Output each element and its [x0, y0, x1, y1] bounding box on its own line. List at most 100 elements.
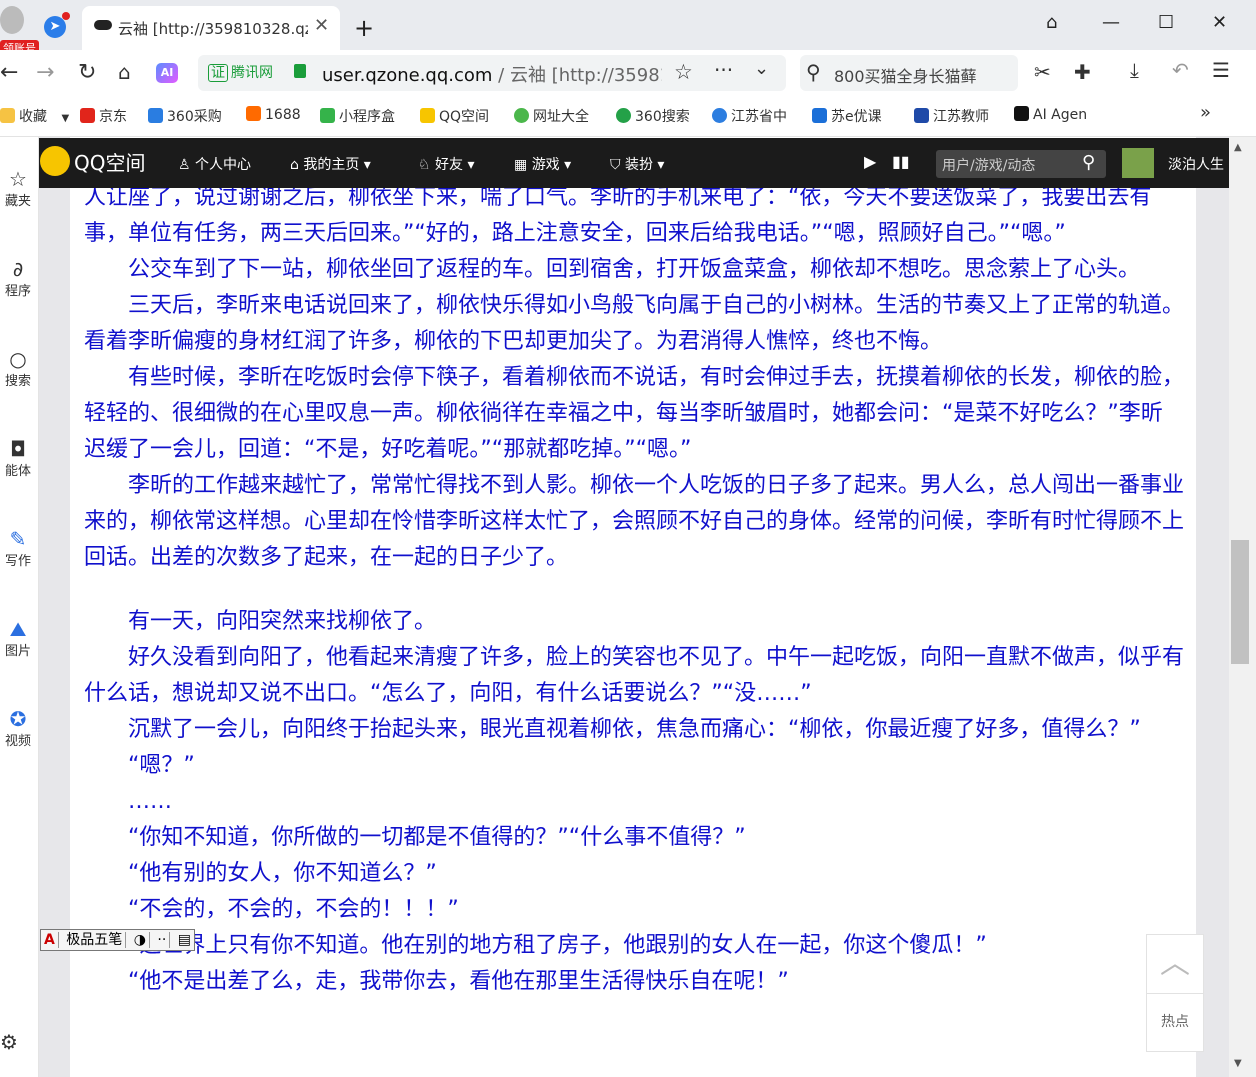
url-directory-icon: [514, 108, 529, 123]
bookmark-item[interactable]: 收藏 ▼: [0, 106, 69, 126]
bookmark-item[interactable]: 京东: [80, 106, 127, 126]
sidebar-label: 程序: [4, 284, 31, 299]
back-to-top-button[interactable]: ︿: [1147, 935, 1203, 994]
home-icon[interactable]: ⌂: [118, 60, 131, 84]
url-text[interactable]: user.qzone.qq.com / 云袖 [http://359810: [322, 61, 662, 87]
site-badge-label: 腾讯网: [231, 65, 273, 81]
equalizer-icon[interactable]: ▮▮: [892, 152, 910, 171]
bookmark-label: 网址大全: [533, 109, 589, 125]
sidebar-label: 能体: [4, 464, 31, 479]
username[interactable]: 淡泊人生: [1168, 154, 1226, 174]
undo-icon[interactable]: ↶: [1172, 58, 1189, 82]
qzone-search-input[interactable]: 用户/游戏/动态: [942, 155, 1035, 175]
sidebar-item-search[interactable]: ○ 搜索: [0, 348, 36, 389]
new-tab-button[interactable]: +: [354, 14, 374, 42]
ime-logo-icon[interactable]: A: [41, 932, 59, 948]
nav-friends[interactable]: ♘ 好友 ▾: [418, 154, 475, 174]
blog-article-body: 人让座了，说过谢谢之后，柳依坐下来，喘了口气。李昕的手机来电了：“依，今天不要送…: [84, 180, 1184, 1000]
sidebar-item-favorites[interactable]: ☆ 藏夹: [0, 168, 36, 209]
scrollbar-thumb[interactable]: [1231, 540, 1249, 664]
reload-icon[interactable]: ↻: [78, 60, 96, 85]
bookmark-item[interactable]: 苏e优课: [812, 106, 902, 126]
sidebar-item-agent[interactable]: ◘ 能体: [0, 438, 36, 479]
sidebar-item-write[interactable]: ✎ 写作: [0, 528, 36, 569]
bookmark-star-icon: [0, 108, 15, 123]
house-icon: ⌂: [290, 157, 304, 173]
article-paragraph: “嗯？”: [84, 753, 195, 778]
qzone-logo[interactable]: QQ空间: [40, 146, 145, 176]
article-paragraph: ……: [84, 789, 173, 814]
back-icon[interactable]: ←: [0, 60, 18, 85]
close-window-button[interactable]: ✕: [1212, 12, 1227, 33]
sidebar-item-video[interactable]: ✪ 视频: [0, 708, 36, 749]
maximize-button[interactable]: ☐: [1158, 12, 1174, 33]
article-paragraph: 人让座了，说过谢谢之后，柳依坐下来，喘了口气。李昕的手机来电了：“依，今天不要送…: [84, 185, 1152, 246]
browser-tab-active[interactable]: 云袖 [http://359810328.qz ✕: [82, 6, 340, 50]
scroll-down-arrow-icon[interactable]: ▼: [1234, 1058, 1242, 1069]
verified-site-badge[interactable]: 证腾讯网: [208, 62, 273, 82]
bookmark-item[interactable]: QQ空间: [420, 106, 489, 126]
nav-games[interactable]: ▦ 游戏 ▾: [514, 154, 571, 174]
bookmark-label: 江苏省中: [731, 109, 787, 125]
scroll-up-arrow-icon[interactable]: ▲: [1234, 142, 1242, 153]
ime-name[interactable]: 极品五笔: [63, 932, 127, 948]
search-icon[interactable]: ⚲: [1082, 152, 1095, 173]
ai-icon[interactable]: AI: [156, 63, 178, 83]
extensions-icon[interactable]: ✚: [1074, 60, 1091, 84]
ime-toolbar[interactable]: A 极品五笔 ◑ ·· ▤: [40, 929, 196, 951]
bookmark-item[interactable]: 江苏教师: [914, 106, 1000, 126]
bookmark-label: 江苏教师: [933, 109, 989, 125]
search-icon: ○: [9, 347, 27, 371]
scissors-icon[interactable]: ✂: [1034, 60, 1051, 84]
forward-icon[interactable]: →: [36, 60, 54, 85]
nav-my-home[interactable]: ⌂ 我的主页 ▾: [290, 154, 371, 174]
article-paragraph: “他不是出差了么，走，我带你去，看他在那里生活得快乐自在呢！”: [84, 969, 789, 994]
bookmark-item[interactable]: 江苏省中: [712, 106, 798, 126]
bookmark-dropdown-icon[interactable]: ▼: [61, 113, 69, 124]
location-icon[interactable]: ➤: [44, 16, 66, 38]
more-options-icon[interactable]: ···: [714, 58, 733, 82]
tab-close-icon[interactable]: ✕: [314, 15, 329, 36]
avatar[interactable]: [1122, 148, 1154, 178]
nav-label: 好友 ▾: [435, 157, 475, 173]
browser-avatar-icon[interactable]: [0, 6, 24, 34]
url-path: / 云袖 [http://359810: [498, 65, 662, 86]
bookmarks-more-button[interactable]: »: [1200, 102, 1211, 123]
download-icon[interactable]: ⤓: [1130, 58, 1139, 82]
music-play-icon[interactable]: ▶: [864, 152, 876, 171]
qzone-search-box[interactable]: 用户/游戏/动态 ⚲: [936, 150, 1106, 178]
nav-personal-center[interactable]: ♙ 个人中心: [178, 154, 251, 174]
bookmark-star-icon[interactable]: ☆: [674, 60, 693, 84]
address-dropdown-icon[interactable]: ⌄: [754, 58, 769, 79]
lock-icon[interactable]: [294, 64, 306, 78]
tshirt-skin-icon[interactable]: ⌂: [1046, 12, 1057, 33]
bookmark-item[interactable]: 小程序盒: [320, 106, 395, 126]
search-icon[interactable]: ⚲: [806, 60, 821, 84]
nav-decorate[interactable]: ⛉ 装扮 ▾: [610, 154, 664, 174]
settings-icon[interactable]: ⚙: [0, 1030, 18, 1054]
sidebar-item-image[interactable]: ⛰ 图片: [0, 618, 36, 659]
bookmark-item[interactable]: AI Agen: [1014, 106, 1098, 123]
hot-button[interactable]: 热点: [1147, 994, 1203, 1050]
hot-topics-widget[interactable]: ︿ 热点: [1146, 934, 1204, 1052]
qzone-star-icon: [40, 146, 70, 176]
search-input[interactable]: 800买猫全身长猫藓: [834, 63, 1010, 87]
sidebar-item-miniprogram[interactable]: ∂ 程序: [0, 258, 36, 299]
half-width-icon[interactable]: ◑: [130, 932, 150, 948]
bookmark-item[interactable]: 360搜索: [616, 106, 690, 126]
menu-icon[interactable]: ☰: [1212, 58, 1230, 82]
minimize-button[interactable]: —: [1102, 12, 1120, 33]
bookmark-item[interactable]: 360采购: [148, 106, 222, 126]
article-paragraph: “你知不知道，你所做的一切都是不值得的？”“什么事不值得？”: [84, 825, 746, 850]
bookmark-label: QQ空间: [439, 109, 490, 125]
bookmark-item[interactable]: 1688: [246, 106, 301, 123]
jiangsu-teacher-icon: [914, 108, 929, 123]
article-paragraph: 好久没看到向阳了，他看起来清瘦了许多，脸上的笑容也不见了。中午一起吃饭，向阳一直…: [84, 645, 1185, 706]
ai-agent-icon: [1014, 106, 1029, 121]
article-paragraph: 有一天，向阳突然来找柳依了。: [84, 609, 437, 634]
punctuation-icon[interactable]: ··: [154, 932, 171, 948]
bookmark-label: 小程序盒: [339, 109, 395, 125]
soft-keyboard-icon[interactable]: ▤: [175, 932, 194, 948]
sue-class-icon: [812, 108, 827, 123]
bookmark-item[interactable]: 网址大全: [514, 106, 589, 126]
